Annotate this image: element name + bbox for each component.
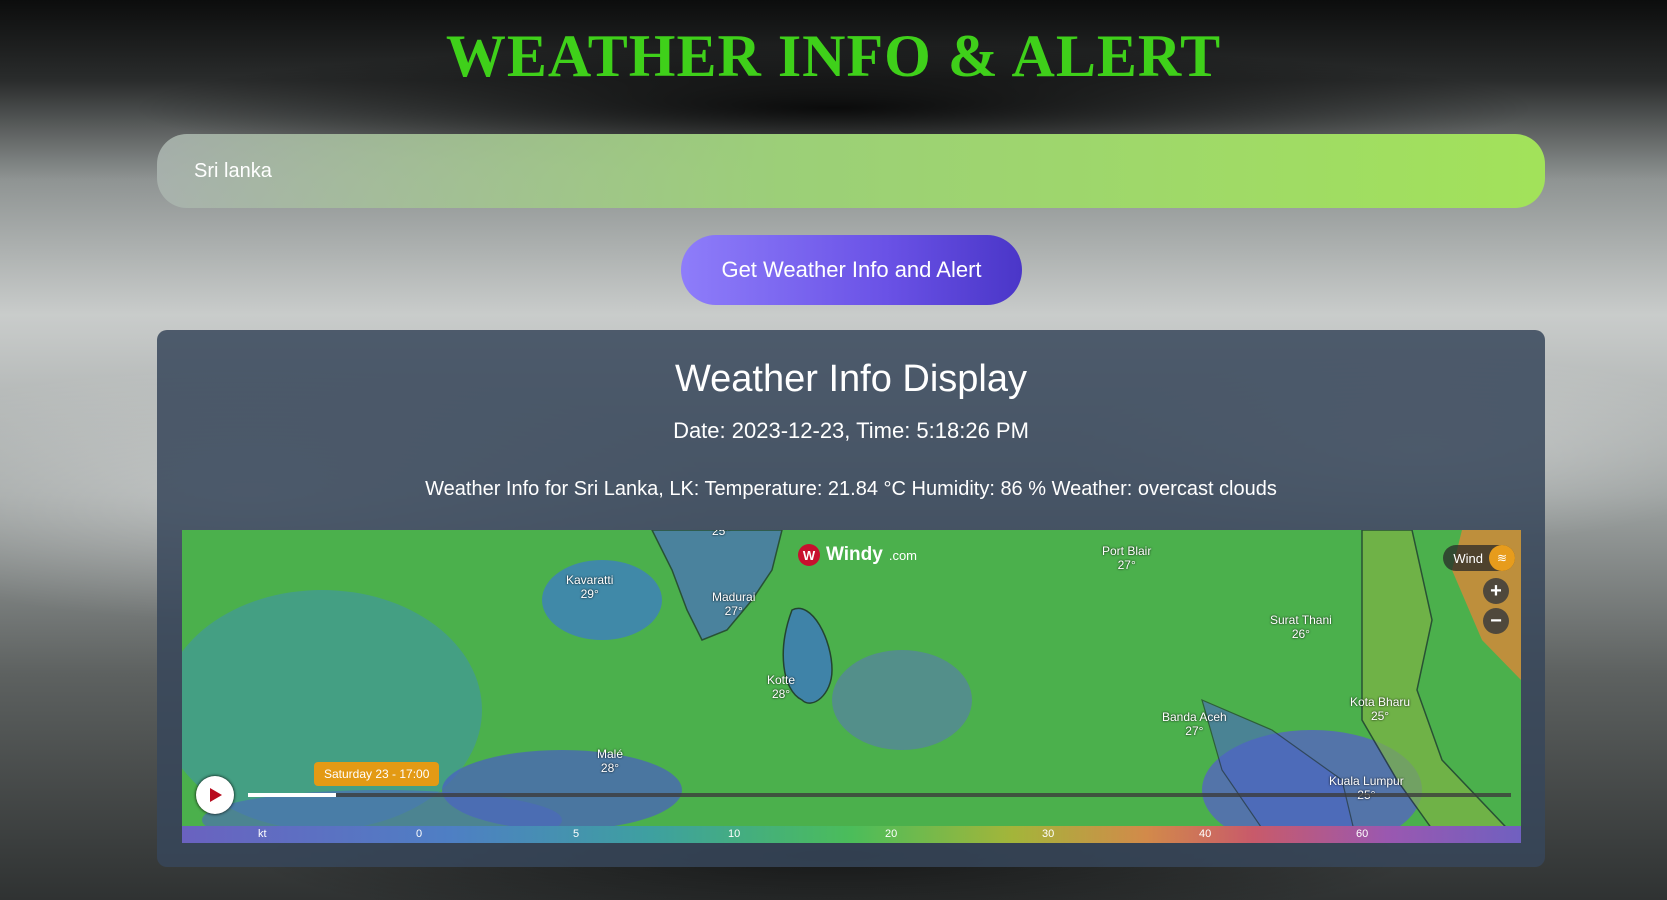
page-title: WEATHER INFO & ALERT (445, 23, 1222, 89)
wind-layer-badge[interactable]: Wind ≋ (1443, 545, 1515, 571)
wind-layer-label: Wind (1453, 550, 1483, 566)
weather-info-text: Weather Info for Sri Lanka, LK: Temperat… (425, 478, 1277, 500)
windy-logo-icon: W (798, 544, 820, 566)
legend-tick: 20 (885, 828, 898, 840)
legend-tick: 5 (573, 828, 580, 840)
timeline-slider[interactable] (248, 793, 1511, 797)
panel-heading: Weather Info Display (674, 358, 1028, 400)
weather-info-panel: Weather Info Display Date: 2023-12-23, T… (157, 330, 1545, 867)
city-label: Kuala Lumpur25° (1329, 774, 1404, 802)
location-search-input[interactable] (157, 134, 1545, 208)
city-label: Kota Bharu 25° (1350, 695, 1411, 723)
legend-tick: 0 (416, 828, 423, 840)
city-label: Kavaratti 29° (566, 573, 614, 601)
windy-map[interactable]: W Windy .com Kavaratti 29° Madurai 27° Kott… (182, 530, 1521, 843)
city-label: Malé 28° (597, 747, 624, 775)
windy-logo[interactable]: W Windy .com (798, 544, 917, 566)
city-label: Kotte 28° (767, 673, 796, 701)
legend-tick: 60 (1356, 828, 1369, 840)
legend-tick: 10 (728, 828, 741, 840)
legend-unit: kt (258, 828, 267, 840)
city-label: Banda Aceh 27° (1162, 710, 1227, 738)
legend-tick: 30 (1042, 828, 1055, 840)
city-label: Surat Thani 26° (1270, 613, 1332, 641)
get-weather-button[interactable]: Get Weather Info and Alert (681, 235, 1022, 305)
city-label: 25° (712, 530, 731, 538)
wind-speed-legend: kt 0 5 10 20 30 40 60 (182, 826, 1521, 843)
city-label: Madurai 27° (712, 590, 756, 618)
zoom-out-button[interactable]: − (1483, 608, 1509, 634)
timeline-progress (248, 793, 337, 797)
legend-tick: 40 (1199, 828, 1212, 840)
wind-icon: ≋ (1489, 545, 1515, 571)
zoom-in-button[interactable]: + (1483, 578, 1509, 604)
datetime-text: Date: 2023-12-23, Time: 5:18:26 PM (673, 418, 1029, 443)
windy-brand-suffix: .com (888, 547, 917, 563)
windy-brand-text: Windy (826, 544, 883, 565)
time-badge: Saturday 23 - 17:00 (314, 762, 440, 786)
city-label: Port Blair 27° (1102, 544, 1152, 572)
play-button[interactable] (196, 776, 234, 814)
play-icon (210, 788, 222, 802)
